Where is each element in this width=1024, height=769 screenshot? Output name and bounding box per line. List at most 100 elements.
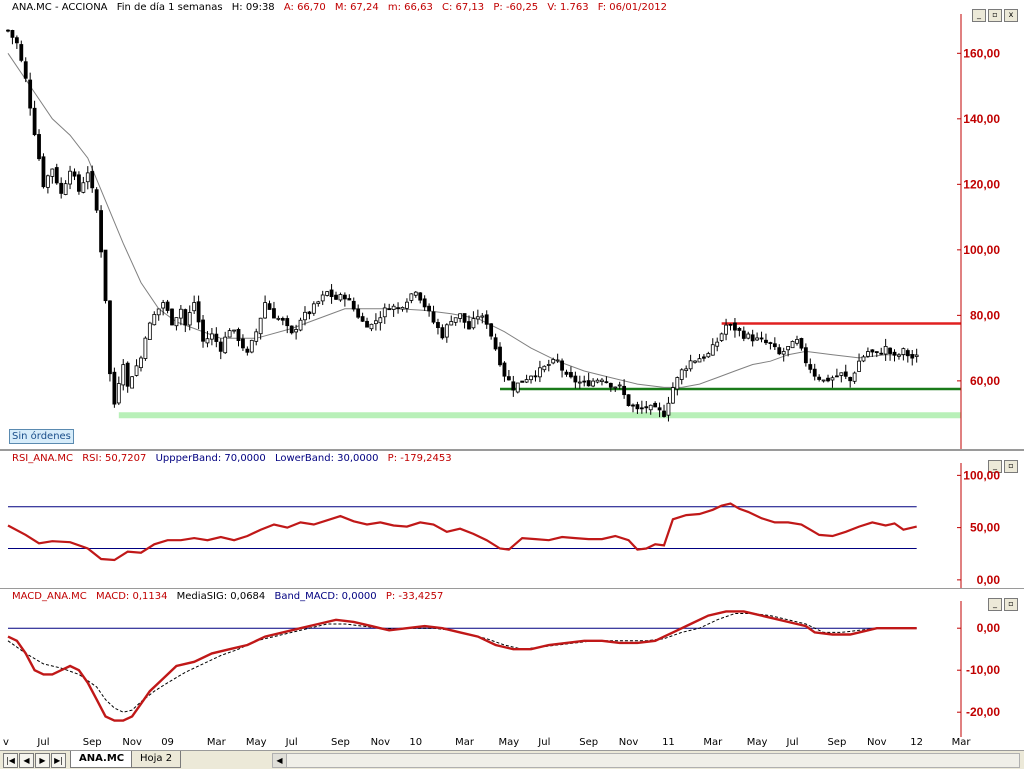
orders-badge[interactable]: Sin órdenes xyxy=(9,429,74,444)
candle-body xyxy=(498,346,502,366)
candle-body xyxy=(586,380,591,387)
candle-body xyxy=(258,317,263,335)
candle-body xyxy=(178,308,183,319)
candle-body xyxy=(799,338,804,349)
rsi-tick-label: 0,00 xyxy=(977,573,1001,587)
candle-body xyxy=(511,381,516,391)
horizontal-scrollbar[interactable]: ◀ xyxy=(272,753,1020,768)
candle-body xyxy=(214,333,219,342)
candle-body xyxy=(489,323,494,337)
candle-body xyxy=(515,382,520,393)
candle-body xyxy=(431,311,436,323)
candle-body xyxy=(90,171,95,189)
candle-body xyxy=(307,311,312,315)
candle-body xyxy=(387,308,392,311)
candle-body xyxy=(826,377,830,382)
candle-body xyxy=(897,354,901,357)
candle-body xyxy=(63,183,68,195)
candle-body xyxy=(812,368,817,377)
candle-body xyxy=(706,353,711,358)
candle-body xyxy=(112,371,117,405)
candle-body xyxy=(604,381,609,384)
rsi-pane[interactable]: RSI_ANA.MC RSI: 50,7207 UppperBand: 70,0… xyxy=(0,450,1024,589)
date-tick-label: Sep xyxy=(579,737,599,748)
candle-body xyxy=(174,317,179,327)
candle-body xyxy=(546,364,551,366)
candle-body xyxy=(901,348,906,355)
candle-body xyxy=(436,322,440,329)
first-sheet-button[interactable]: |◀ xyxy=(3,753,18,768)
candle-body xyxy=(462,313,467,323)
macd-tick-label: 0,00 xyxy=(977,621,1001,635)
candle-body xyxy=(356,308,361,318)
candle-body xyxy=(670,387,675,404)
candle-body xyxy=(737,327,742,331)
candle-body xyxy=(653,402,658,408)
candle-body xyxy=(608,382,613,388)
candle-body xyxy=(347,298,352,301)
candle-body xyxy=(883,346,888,355)
candle-body xyxy=(289,325,294,334)
candle-body xyxy=(759,337,764,340)
date-tick-label: Mar xyxy=(951,737,971,748)
candle-body xyxy=(639,407,644,410)
candle-body xyxy=(276,317,281,320)
tab-ana-mc[interactable]: ANA.MC xyxy=(70,751,134,768)
candle-body xyxy=(391,305,396,310)
candle-body xyxy=(139,357,143,369)
candle-body xyxy=(808,364,813,370)
price-pane[interactable]: ANA.MC - ACCIONA Fin de día 1 semanas H:… xyxy=(0,0,1024,450)
candle-body xyxy=(790,341,795,349)
tab-hoja-2[interactable]: Hoja 2 xyxy=(131,751,182,768)
date-tick-label: v xyxy=(3,737,9,748)
candle-body xyxy=(817,376,822,380)
candle-body xyxy=(666,402,671,416)
rsi-series-line xyxy=(7,502,917,562)
date-tick-label: Sep xyxy=(331,737,350,748)
candle-body xyxy=(382,307,387,318)
candle-body xyxy=(560,360,564,371)
candle-body xyxy=(741,330,746,339)
candle-body xyxy=(192,302,197,312)
rsi-tick-label: 50,00 xyxy=(970,521,1000,535)
candle-body xyxy=(72,171,77,177)
candle-body xyxy=(170,308,174,326)
candle-body xyxy=(684,368,689,371)
candle-body xyxy=(405,301,409,309)
candle-body xyxy=(569,372,573,378)
candle-body xyxy=(857,360,861,372)
candle-body xyxy=(108,300,112,375)
candle-body xyxy=(803,347,808,364)
candle-body xyxy=(280,317,285,321)
candle-body xyxy=(795,339,799,344)
macd-pane[interactable]: MACD_ANA.MC MACD: 0,1134 MediaSIG: 0,068… xyxy=(0,588,1024,738)
last-sheet-button[interactable]: ▶| xyxy=(51,753,66,768)
date-tick-label: Nov xyxy=(618,737,639,748)
candle-body xyxy=(249,339,254,353)
date-tick-label: Jul xyxy=(786,737,799,748)
candle-body xyxy=(781,351,786,355)
candle-body xyxy=(10,30,15,38)
candle-body xyxy=(413,291,418,296)
candle-body xyxy=(400,306,405,310)
candle-body xyxy=(161,302,166,309)
candle-body xyxy=(418,292,423,301)
scroll-left-arrow-icon[interactable]: ◀ xyxy=(273,754,287,767)
candle-body xyxy=(59,182,64,194)
candle-body xyxy=(338,294,343,301)
candle-body xyxy=(196,301,201,323)
date-tick-label: 11 xyxy=(662,737,675,748)
candle-body xyxy=(764,339,768,344)
candle-body xyxy=(103,249,108,302)
candle-body xyxy=(493,337,498,350)
next-sheet-button[interactable]: ▶ xyxy=(35,753,50,768)
candle-body xyxy=(662,410,666,417)
candle-body xyxy=(121,364,126,386)
sheet-tab-bar: |◀ ◀ ▶ ▶| ANA.MC Hoja 2 ◀ xyxy=(0,750,1024,769)
candle-body xyxy=(14,37,19,44)
candle-body xyxy=(254,331,259,342)
candle-body xyxy=(227,330,232,338)
prev-sheet-button[interactable]: ◀ xyxy=(19,753,34,768)
candle-body xyxy=(285,318,290,327)
candle-body xyxy=(223,336,228,354)
